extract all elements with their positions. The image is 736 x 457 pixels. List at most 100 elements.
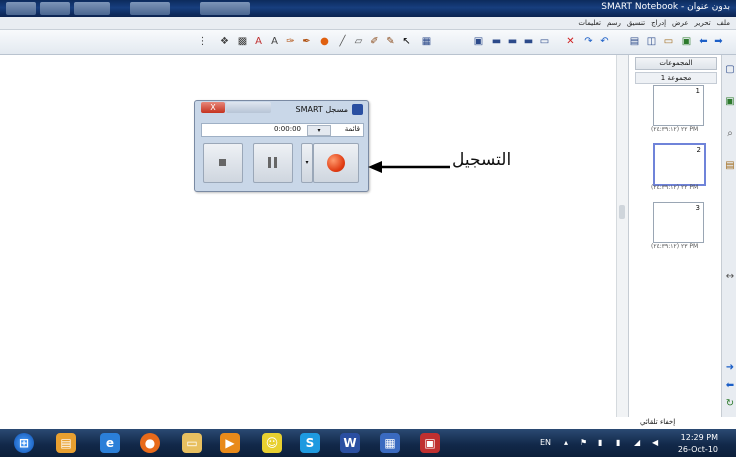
- language-indicator[interactable]: EN: [540, 438, 551, 447]
- monitor-icon[interactable]: ▬: [522, 35, 535, 48]
- creative-pen-icon[interactable]: ✐: [368, 35, 381, 48]
- font-color-icon[interactable]: A: [252, 35, 265, 48]
- media-player-icon[interactable]: ▶: [220, 433, 240, 453]
- gallery-tab-icon[interactable]: ▣: [724, 95, 736, 109]
- menu-file[interactable]: ملف: [717, 17, 730, 29]
- page-thumbnail-2[interactable]: 2: [653, 143, 706, 186]
- capture-area-icon[interactable]: ▣: [472, 35, 485, 48]
- menu-draw[interactable]: رسم: [607, 17, 621, 29]
- menu-format[interactable]: تنسيق: [627, 17, 645, 29]
- menu-insert[interactable]: إدراج: [651, 17, 666, 29]
- auto-hide-checkbox[interactable]: إخفاء تلقائي: [640, 418, 675, 426]
- settings-icon[interactable]: ❖: [218, 35, 231, 48]
- redo-icon[interactable]: ↷: [582, 35, 595, 48]
- menu-view[interactable]: عرض: [672, 17, 689, 29]
- menu-help[interactable]: تعليمات: [578, 17, 601, 29]
- device-icon[interactable]: ▮: [616, 438, 620, 447]
- undo-icon[interactable]: ↶: [598, 35, 611, 48]
- side-tabs: ▢ ▣ ⌕ ▤ ↔ ➜ ⬅ ↻: [721, 55, 736, 417]
- properties-tab-icon[interactable]: ▤: [724, 159, 736, 173]
- page-time: (٢٤:٣٩:١٢) ٢٢ PM: [651, 126, 699, 133]
- messenger-icon[interactable]: ☺: [262, 433, 282, 453]
- add-page-icon[interactable]: ▣: [680, 35, 693, 48]
- recorder-dropdown[interactable]: ▾: [307, 125, 331, 136]
- page-thumbnail-3[interactable]: 3: [653, 202, 704, 243]
- page-number: 3: [695, 204, 700, 212]
- smart-recorder-window: X مسجل SMART 0:00:00 ▾ قائمة ▾: [194, 100, 369, 192]
- recorder-menu[interactable]: قائمة: [345, 125, 360, 133]
- select-icon[interactable]: ↖: [400, 35, 413, 48]
- clock-date[interactable]: 26-Oct-10: [678, 445, 718, 454]
- stop-button[interactable]: [203, 143, 243, 183]
- app-title: بدون عنوان - SMART Notebook: [601, 2, 730, 12]
- window-tab[interactable]: [130, 2, 170, 15]
- recorder-close-button[interactable]: X: [201, 102, 225, 113]
- skype-icon[interactable]: S: [300, 433, 320, 453]
- volume-icon[interactable]: ◀: [652, 438, 658, 447]
- page-number: 1: [695, 87, 700, 95]
- scroll-thumb[interactable]: [619, 205, 625, 219]
- callout-arrow-icon: [368, 161, 450, 173]
- tray-expand-icon[interactable]: ▴: [564, 438, 568, 447]
- network-icon[interactable]: ▮: [598, 438, 602, 447]
- menu-bar: ملف تحرير عرض إدراج تنسيق رسم تعليمات: [0, 17, 736, 30]
- refresh-icon[interactable]: ↻: [724, 397, 736, 411]
- fill-icon[interactable]: ✒: [300, 35, 313, 48]
- recorder-title: مسجل SMART: [295, 105, 348, 114]
- delete-icon[interactable]: ✕: [564, 35, 577, 48]
- signal-icon[interactable]: ◢: [634, 438, 640, 447]
- back-arrow-icon[interactable]: ⬅: [724, 379, 736, 393]
- firefox-icon[interactable]: ●: [140, 433, 160, 453]
- window-titlebar: بدون عنوان - SMART Notebook: [0, 0, 736, 17]
- magic-pen-icon[interactable]: ✑: [284, 35, 297, 48]
- monitor-icon[interactable]: ▬: [506, 35, 519, 48]
- ie-icon[interactable]: e: [100, 433, 120, 453]
- properties-icon[interactable]: ▩: [236, 35, 249, 48]
- folder-icon[interactable]: ▭: [182, 433, 202, 453]
- explorer-icon[interactable]: ▤: [56, 433, 76, 453]
- notebook-icon[interactable]: ▦: [380, 433, 400, 453]
- eraser-icon[interactable]: ▱: [352, 35, 365, 48]
- sorter-group-label[interactable]: مجموعة 1: [635, 72, 717, 84]
- recorder-window-controls[interactable]: [226, 102, 271, 113]
- next-page-icon[interactable]: ➡: [712, 35, 725, 48]
- capture-icon[interactable]: ◫: [645, 35, 658, 48]
- menu-edit[interactable]: تحرير: [695, 17, 711, 29]
- flag-icon[interactable]: ⚑: [580, 438, 587, 447]
- move-sidebar-icon[interactable]: ↔: [724, 270, 736, 284]
- recorder-time: 0:00:00: [274, 125, 301, 133]
- recorder-status-bar: 0:00:00 ▾ قائمة: [201, 123, 364, 137]
- pause-icon: [268, 157, 271, 168]
- record-button[interactable]: [313, 143, 359, 183]
- shapes-icon[interactable]: ●: [318, 35, 331, 48]
- line-icon[interactable]: ╱: [336, 35, 349, 48]
- text-icon[interactable]: A: [268, 35, 281, 48]
- page-sorter-tab-icon[interactable]: ▢: [724, 63, 736, 77]
- more-icon[interactable]: ⋮: [196, 35, 209, 48]
- page-thumbnail-1[interactable]: 1: [653, 85, 704, 126]
- attachments-tab-icon[interactable]: ⌕: [724, 127, 736, 141]
- forward-arrow-icon[interactable]: ➜: [724, 361, 736, 375]
- start-orb-icon[interactable]: ⊞: [14, 433, 34, 453]
- display-icon[interactable]: ▤: [628, 35, 641, 48]
- page-sorter: المجموعات مجموعة 1 1 (٢٤:٣٩:١٢) ٢٢ PM 2 …: [628, 55, 722, 417]
- window-tab[interactable]: [200, 2, 250, 15]
- window-tab[interactable]: [74, 2, 110, 15]
- window-tab[interactable]: [40, 2, 70, 15]
- previous-page-icon[interactable]: ⬅: [697, 35, 710, 48]
- grid-icon[interactable]: ▦: [420, 35, 433, 48]
- screen-shade-icon[interactable]: ▭: [662, 35, 675, 48]
- smart-recorder-icon[interactable]: ▣: [420, 433, 440, 453]
- pause-button[interactable]: [253, 143, 293, 183]
- pen-icon[interactable]: ✎: [384, 35, 397, 48]
- word-icon[interactable]: W: [340, 433, 360, 453]
- vertical-scrollbar[interactable]: [616, 55, 628, 417]
- taskbar: ⊞ ▤ e ● ▭ ▶ ☺ S W ▦ ▣ EN ▴ ⚑ ▮ ▮ ◢ ◀ 12:…: [0, 429, 736, 457]
- window-tab[interactable]: [6, 2, 36, 15]
- sorter-header[interactable]: المجموعات: [635, 57, 717, 70]
- pause-icon: [274, 157, 277, 168]
- table-icon[interactable]: ▭: [538, 35, 551, 48]
- clock-time[interactable]: 12:29 PM: [681, 433, 718, 442]
- monitor-icon[interactable]: ▬: [490, 35, 503, 48]
- record-options-button[interactable]: ▾: [301, 143, 313, 183]
